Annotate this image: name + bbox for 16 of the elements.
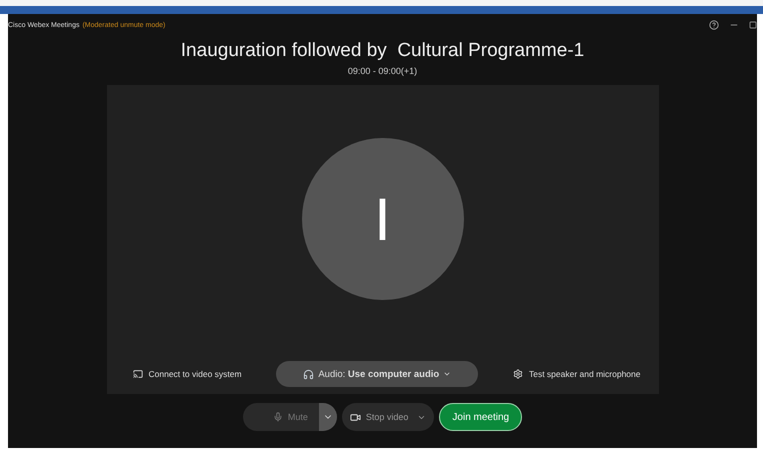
stop-video-button[interactable]: Stop video	[342, 403, 434, 431]
avatar: I	[302, 138, 464, 300]
caret-icon	[443, 370, 452, 378]
join-meeting-button[interactable]: Join meeting	[439, 403, 522, 431]
gear-icon	[512, 369, 523, 379]
headphones-icon	[303, 368, 314, 380]
meeting-time: 09:00 - 09:00(+1)	[348, 66, 418, 76]
meeting-title: Inauguration followed by Cultural Programme-1	[180, 40, 584, 62]
help-icon[interactable]	[709, 20, 719, 30]
audio-select-button[interactable]: Audio: Use computer audio	[276, 361, 478, 387]
microphone-icon	[272, 412, 283, 422]
test-speaker-link[interactable]: Test speaker and microphone	[512, 369, 640, 379]
connect-video-system-link[interactable]: Connect to video system	[132, 369, 242, 379]
cast-icon	[132, 369, 142, 379]
video-camera-icon	[350, 412, 361, 422]
maximize-icon[interactable]	[749, 21, 757, 29]
